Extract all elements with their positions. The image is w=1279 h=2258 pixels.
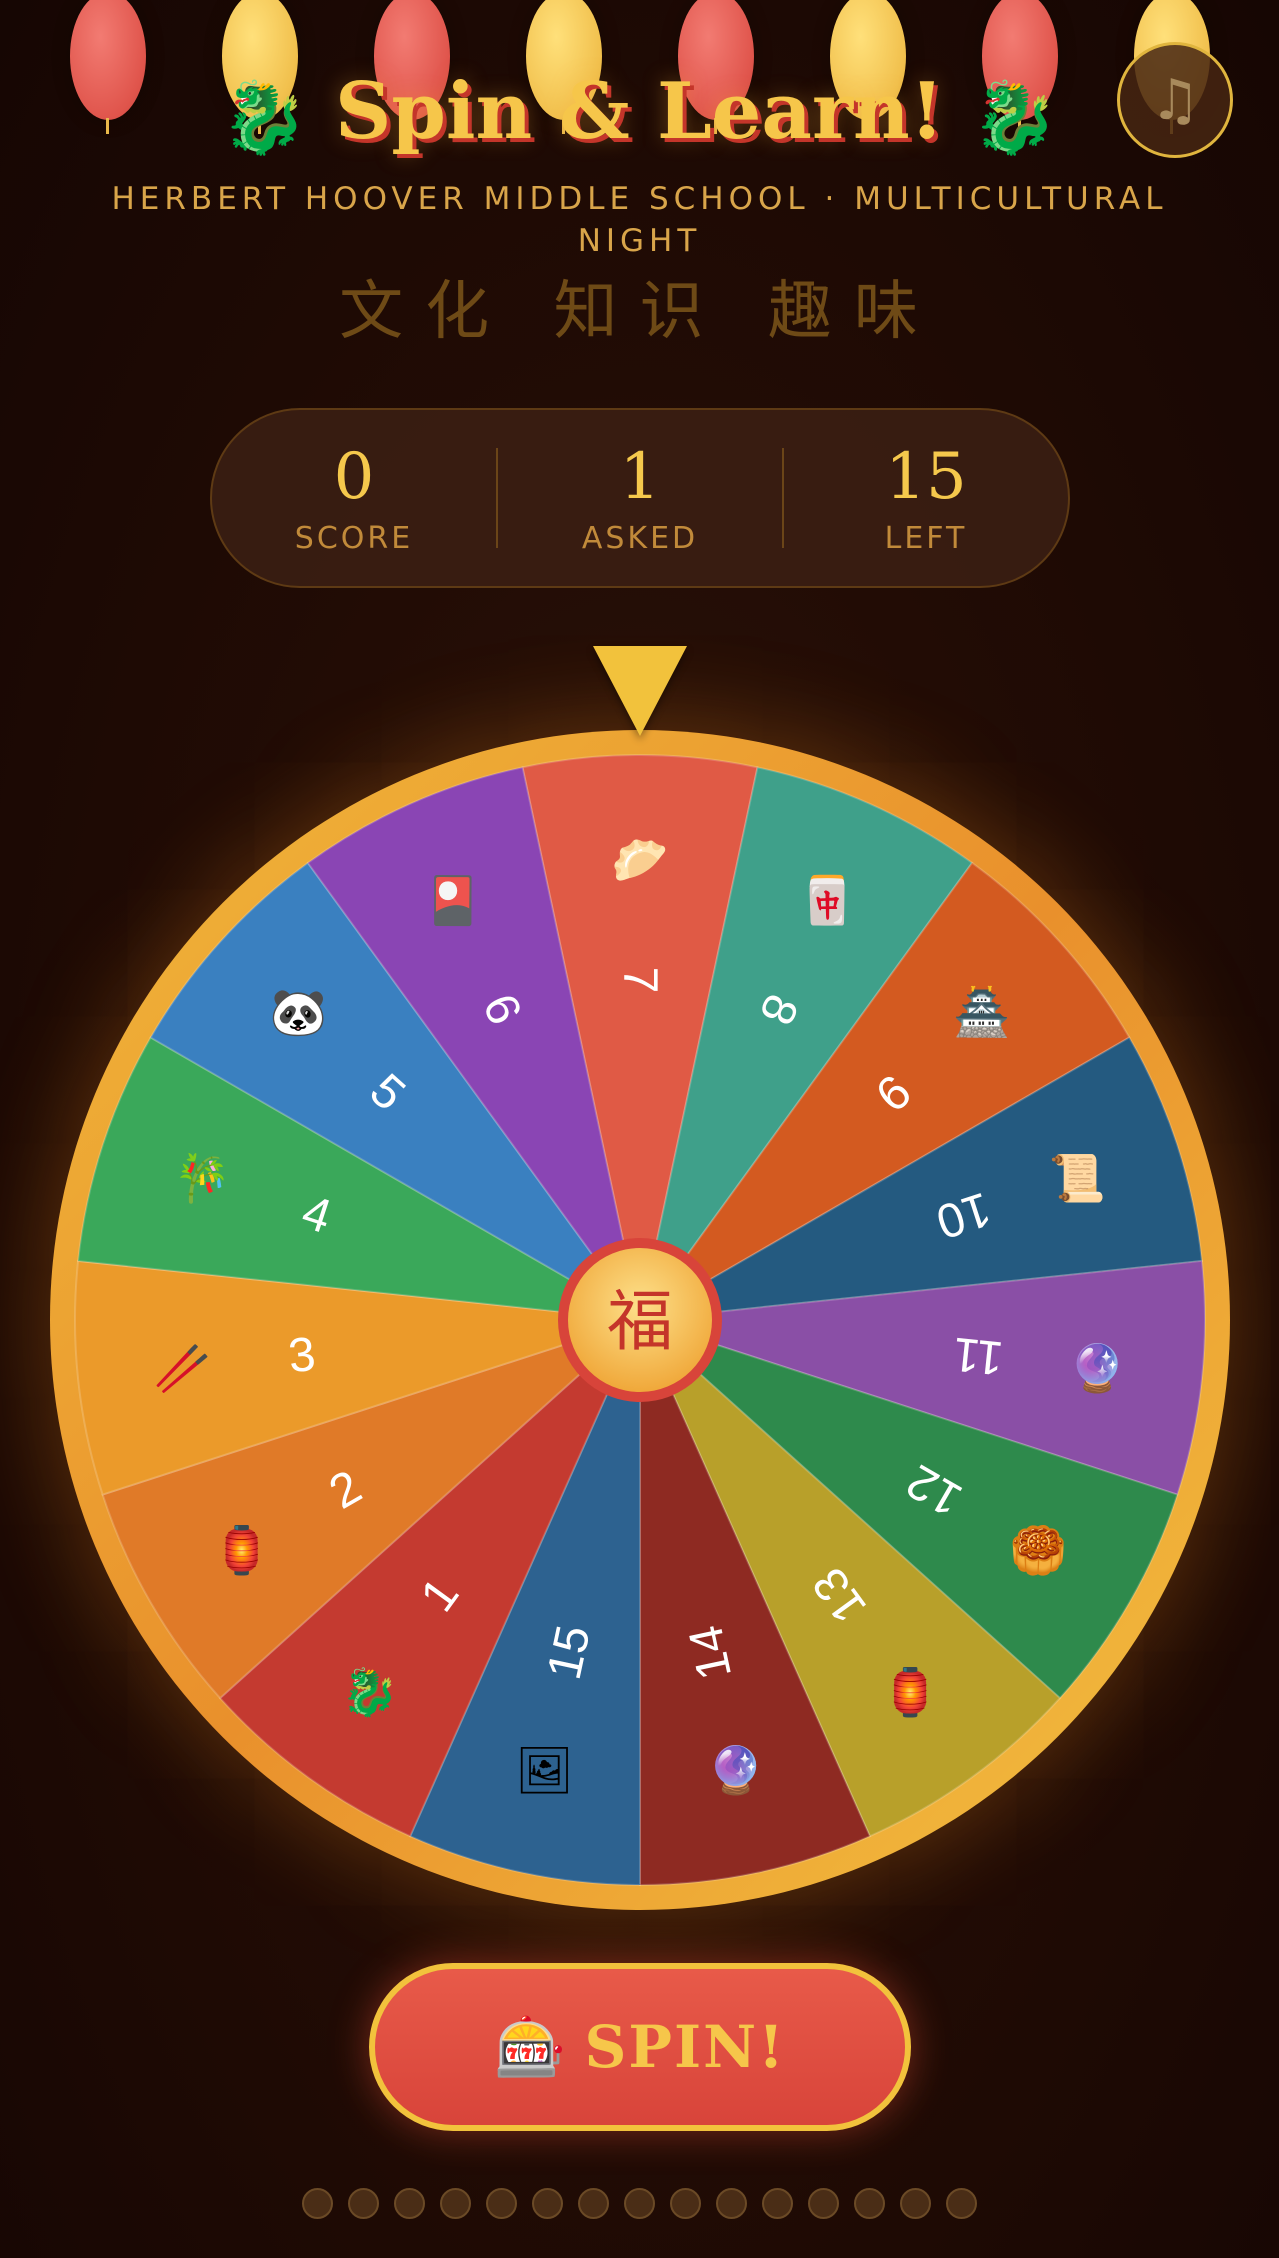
left-value: 15 xyxy=(885,439,967,514)
asked-label: ASKED xyxy=(581,520,699,556)
segment-icon: 🏯 xyxy=(953,984,1010,1040)
progress-dot xyxy=(440,2188,471,2219)
progress-dot xyxy=(348,2188,379,2219)
asked-stat: 1 ASKED xyxy=(498,441,782,556)
segment-icon: 🐉 xyxy=(341,1665,398,1719)
progress-dot xyxy=(762,2188,793,2219)
progress-dots xyxy=(0,2188,1279,2219)
segment-icon: 🐼 xyxy=(270,985,328,1039)
left-stat: 15 LEFT xyxy=(784,441,1068,556)
progress-dot xyxy=(670,2188,701,2219)
progress-dot xyxy=(854,2188,885,2219)
prize-wheel[interactable]: 7 🥟 8 🀄 9 🏯 10 📜 11 🔮 12 🥮 13 🏮 14 🔮 15 🖼 1 🐉 2 🏮 3 🥢 4 🎋 5 🐼 6 🎴 福 xyxy=(40,720,1240,1920)
progress-dot xyxy=(624,2188,655,2219)
progress-dot xyxy=(302,2188,333,2219)
school-subtitle: HERBERT HOOVER MIDDLE SCHOOL · MULTICULT… xyxy=(111,181,1168,259)
left-label: LEFT xyxy=(884,520,968,556)
stats-panel: 0 SCORE 1 ASKED 15 LEFT xyxy=(210,408,1070,588)
music-note-icon: ♫ xyxy=(1149,67,1201,133)
wheel-hub[interactable]: 福 xyxy=(558,1238,722,1402)
asked-value: 1 xyxy=(619,439,661,514)
progress-dot xyxy=(946,2188,977,2219)
fortune-character: 福 xyxy=(607,1283,673,1360)
page-title: 🐉 Spin & Learn! 🐉 xyxy=(0,62,1279,168)
progress-dot xyxy=(486,2188,517,2219)
score-label: SCORE xyxy=(294,520,414,556)
page-title-text: Spin & Learn! xyxy=(335,66,944,157)
score-value: 0 xyxy=(333,439,375,514)
segment-icon: 🔮 xyxy=(707,1743,764,1797)
segment-icon: 🏮 xyxy=(213,1523,270,1577)
music-toggle-button[interactable]: ♫ xyxy=(1117,42,1233,158)
spin-button-label: SPIN! xyxy=(584,2013,786,2081)
score-stat: 0 SCORE xyxy=(212,441,496,556)
wheel-pointer-icon xyxy=(593,646,687,736)
segment-icon: 🎋 xyxy=(174,1151,231,1205)
segment-icon: 🥟 xyxy=(611,833,668,887)
progress-dot xyxy=(716,2188,747,2219)
progress-dot xyxy=(900,2188,931,2219)
segment-number-label: 15 xyxy=(538,1621,601,1684)
segment-number-label: 3 xyxy=(286,1328,318,1384)
dragon-icon: 🐉 xyxy=(220,75,308,159)
segment-icon: 🖼 xyxy=(515,1743,573,1797)
segment-icon: 🏮 xyxy=(882,1665,939,1719)
segment-number-label: 14 xyxy=(679,1621,742,1684)
segment-icon: 🀄 xyxy=(798,873,855,927)
wheel-svg[interactable]: 7🥟8🀄9🏯10📜11 🔮12🥮13🏮14🔮15🖼1🐉2🏮3🥢4🎋5🐼 6🎴 福 xyxy=(40,720,1240,1920)
segment-icon: 🥢 xyxy=(154,1341,211,1395)
chinese-tagline: 文化 知识 趣味 xyxy=(339,275,940,349)
segment-number-label: 11 xyxy=(951,1327,1006,1385)
segment-icon: 🔮 xyxy=(1069,1341,1126,1395)
segment-icon: 📜 xyxy=(1049,1151,1106,1205)
segment-icon: 🥮 xyxy=(1010,1523,1067,1578)
segment-icon: 🎴 xyxy=(424,873,481,928)
dragon-icon: 🐉 xyxy=(971,75,1059,159)
progress-dot xyxy=(532,2188,563,2219)
segment-number-label: 7 xyxy=(614,967,667,994)
progress-dot xyxy=(394,2188,425,2219)
progress-dot xyxy=(578,2188,609,2219)
spin-button[interactable]: 🎰 SPIN! xyxy=(369,1963,911,2131)
slot-machine-icon: 🎰 xyxy=(494,2012,567,2081)
progress-dot xyxy=(808,2188,839,2219)
